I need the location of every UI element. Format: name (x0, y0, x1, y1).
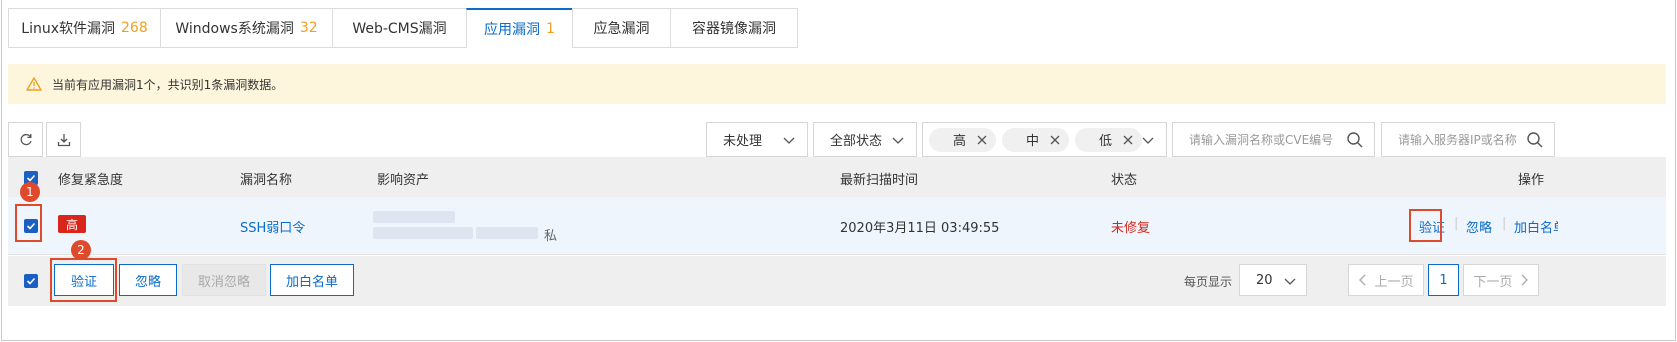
chevron-down-icon (892, 137, 904, 144)
header-severity: 修复紧急度 (58, 173, 124, 188)
select-value: 全部状态 (830, 134, 883, 149)
header-scan-time: 最新扫描时间 (840, 173, 919, 188)
tag-label: 高 (953, 134, 967, 149)
level-tag-high: 高 (929, 127, 997, 152)
chevron-down-icon (1142, 137, 1154, 144)
level-tag-medium: 中 (1002, 127, 1070, 152)
header-vuln-name: 漏洞名称 (240, 173, 293, 188)
prev-page-button[interactable]: 上一页 (1348, 264, 1424, 296)
chevron-left-icon (1359, 274, 1366, 286)
table-header: 修复紧急度 漏洞名称 影响资产 最新扫描时间 状态 操作 (8, 157, 1666, 197)
page-size-label: 每页显示 (1184, 275, 1233, 289)
tag-label: 中 (1026, 134, 1040, 149)
tab-label: Web-CMS漏洞 (352, 21, 447, 37)
tab-label: Windows系统漏洞 (175, 21, 294, 37)
prev-label: 上一页 (1374, 274, 1414, 290)
asset-tag: 私 (544, 229, 558, 244)
level-multiselect[interactable]: 高 中 低 (922, 122, 1167, 157)
search-icon[interactable] (1526, 131, 1544, 149)
scan-time: 2020年3月11日 03:49:55 (840, 221, 1000, 236)
close-icon[interactable] (1049, 134, 1061, 146)
header-asset: 影响资产 (377, 173, 430, 188)
check-icon (26, 277, 36, 285)
tab-count: 32 (299, 20, 318, 36)
tab-windows[interactable]: Windows系统漏洞 32 (160, 8, 332, 48)
tab-emergency[interactable]: 应急漏洞 (572, 8, 670, 48)
batch-whitelist-button[interactable]: 加白名单 (270, 264, 354, 296)
refresh-icon (20, 133, 32, 145)
page-number-button[interactable]: 1 (1428, 264, 1459, 296)
vuln-name-link[interactable]: SSH弱口令 (240, 217, 305, 236)
server-search-field[interactable] (1381, 122, 1555, 157)
status-select[interactable]: 全部状态 (813, 122, 917, 157)
vuln-search-field[interactable] (1172, 122, 1375, 157)
select-value: 20 (1256, 272, 1273, 288)
annotation-box-verify (1409, 209, 1442, 242)
export-button[interactable] (46, 122, 81, 157)
batch-ignore-button[interactable]: 忽略 (119, 264, 177, 296)
whitelist-link[interactable]: 加白名单 (1514, 217, 1558, 236)
info-alert: 当前有应用漏洞1个，共识别1条漏洞数据。 (8, 64, 1666, 104)
divider: | (1454, 216, 1459, 231)
tab-count: 268 (121, 20, 148, 36)
close-icon[interactable] (1122, 134, 1134, 146)
warning-icon (26, 77, 42, 91)
tab-label: Linux软件漏洞 (21, 21, 115, 37)
chevron-right-icon (1521, 274, 1528, 286)
vuln-type-tabs: Linux软件漏洞 268 Windows系统漏洞 32 Web-CMS漏洞 应用漏… (8, 8, 798, 48)
divider: | (1502, 216, 1507, 231)
annotation-badge-2: 2 (71, 240, 91, 260)
level-tag-low: 低 (1075, 127, 1143, 152)
header-actions: 操作 (1518, 173, 1545, 188)
next-page-button[interactable]: 下一页 (1463, 264, 1539, 296)
chevron-down-icon (783, 137, 795, 144)
vuln-search-input[interactable] (1189, 132, 1339, 147)
tab-linux[interactable]: Linux软件漏洞 268 (8, 8, 160, 48)
footer-select-all-checkbox[interactable] (24, 274, 38, 288)
server-search-input[interactable] (1398, 132, 1516, 147)
annotation-box-batch-verify (50, 258, 117, 302)
chevron-down-icon (1284, 278, 1296, 285)
tab-count: 1 (546, 20, 555, 37)
header-status: 状态 (1111, 173, 1138, 188)
cancel-ignore-button[interactable]: 取消忽略 (182, 264, 266, 296)
alert-text: 当前有应用漏洞1个，共识别1条漏洞数据。 (52, 77, 284, 92)
tag-label: 低 (1099, 134, 1113, 149)
search-icon[interactable] (1346, 131, 1364, 149)
next-label: 下一页 (1473, 274, 1513, 290)
tab-container-image[interactable]: 容器镜像漏洞 (670, 8, 798, 48)
tab-web-cms[interactable]: Web-CMS漏洞 (332, 8, 466, 48)
status-text: 未修复 (1111, 221, 1151, 236)
process-status-select[interactable]: 未处理 (706, 122, 808, 157)
ignore-link[interactable]: 忽略 (1466, 217, 1492, 236)
close-icon[interactable] (976, 134, 988, 146)
select-value: 未处理 (723, 134, 763, 149)
tab-label: 应急漏洞 (593, 21, 650, 37)
page-size-select[interactable]: 20 (1239, 264, 1307, 296)
download-icon (57, 133, 70, 146)
tab-label: 应用漏洞 (484, 21, 541, 38)
tab-label: 容器镜像漏洞 (692, 21, 776, 37)
annotation-badge-1: 1 (20, 182, 40, 202)
refresh-button[interactable] (8, 122, 43, 157)
annotation-box-row-checkbox (15, 204, 42, 242)
tab-application[interactable]: 应用漏洞 1 (466, 8, 572, 48)
severity-badge: 高 (58, 215, 86, 233)
